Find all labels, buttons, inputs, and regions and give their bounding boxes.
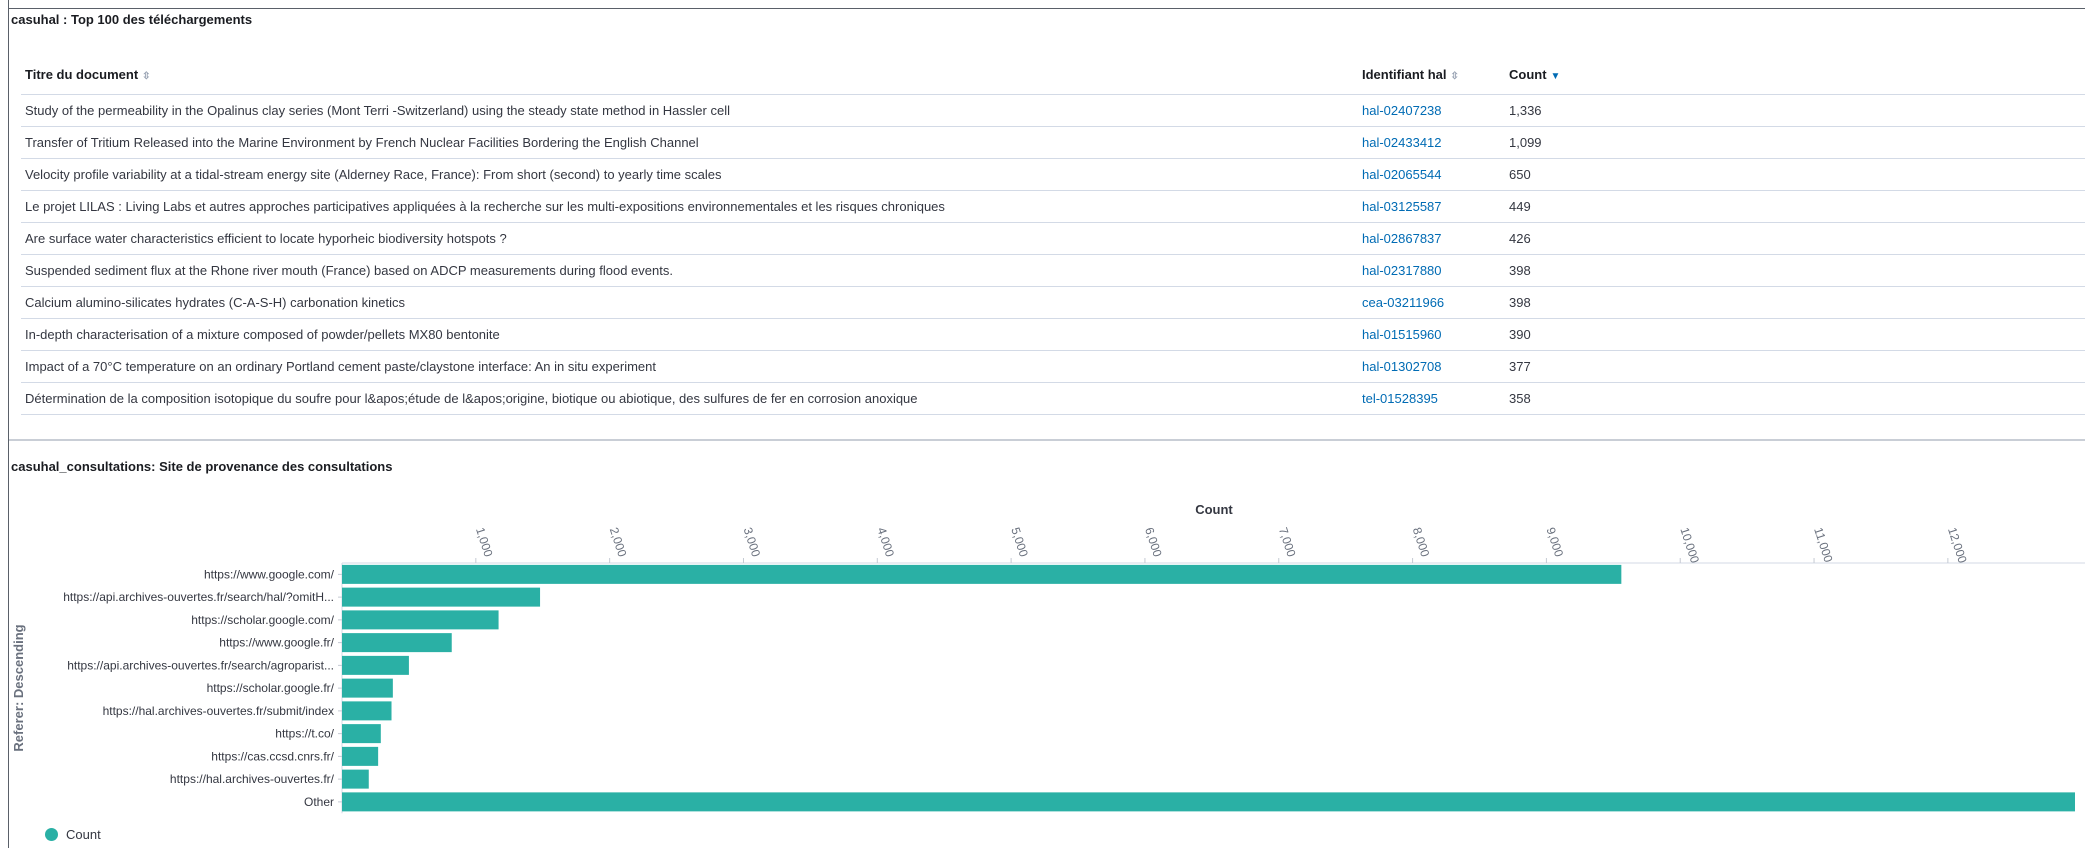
y-axis-title: Referer: Descending (11, 624, 26, 751)
column-header-count-label: Count (1509, 66, 1547, 82)
y-category-label: Other (304, 795, 334, 809)
cell-hal-id-link[interactable]: hal-02867837 (1358, 222, 1505, 255)
bar (342, 587, 541, 607)
x-tick-label: 10,000 (1677, 526, 1702, 566)
cell-count: 650 (1505, 158, 2085, 191)
bar (342, 678, 393, 698)
cell-hal-id-link[interactable]: hal-02433412 (1358, 126, 1505, 159)
x-tick-label: 9,000 (1544, 526, 1567, 559)
column-header-count[interactable]: Count ▼ (1505, 54, 2085, 95)
table-row: In-depth characterisation of a mixture c… (21, 318, 2085, 351)
x-tick-label: 5,000 (1008, 526, 1031, 559)
y-category-label: https://www.google.fr/ (219, 636, 334, 650)
downloads-table: Titre du document ⇳ Identifiant hal ⇳ Coun… (21, 54, 2085, 415)
cell-hal-id-link[interactable]: hal-01302708 (1358, 350, 1505, 383)
cell-hal-id-link[interactable]: cea-03211966 (1358, 286, 1505, 319)
x-tick-label: 4,000 (874, 526, 897, 559)
cell-hal-id-link[interactable]: hal-03125587 (1358, 190, 1505, 223)
x-tick-label: 1,000 (473, 526, 496, 559)
y-category-label: https://cas.ccsd.cnrs.fr/ (211, 749, 334, 763)
table-row: Study of the permeability in the Opalinu… (21, 94, 2085, 127)
bar (342, 633, 452, 653)
y-category-label: https://api.archives-ouvertes.fr/search/… (67, 658, 334, 672)
cell-title: Impact of a 70°C temperature on an ordin… (21, 350, 1358, 383)
table-row: Calcium alumino-silicates hydrates (C-A-… (21, 286, 2085, 319)
chart-panel-title: casuhal_consultations: Site de provenanc… (11, 459, 393, 474)
table-panel-title: casuhal : Top 100 des téléchargements (11, 12, 253, 27)
table-row: Transfer of Tritium Released into the Ma… (21, 126, 2085, 159)
x-tick-label: 12,000 (1945, 526, 1970, 566)
cell-title: Transfer of Tritium Released into the Ma… (21, 126, 1358, 159)
x-tick-label: 7,000 (1276, 526, 1299, 559)
x-tick-label: 2,000 (607, 526, 630, 559)
legend-swatch (45, 828, 58, 841)
y-category-label: https://api.archives-ouvertes.fr/search/… (63, 590, 334, 604)
cell-count: 398 (1505, 286, 2085, 319)
referer-chart-panel: Count 1,000 2,000 3,000 4,000 5,000 6,000 7,000… (9, 441, 2085, 848)
sort-descending-icon[interactable]: ▼ (1551, 71, 1561, 82)
column-header-id-label: Identifiant hal (1362, 66, 1447, 82)
cell-title: Suspended sediment flux at the Rhone riv… (21, 254, 1358, 287)
table-row: Le projet LILAS : Living Labs et autres … (21, 190, 2085, 223)
y-category-label: https://t.co/ (275, 727, 334, 741)
y-category-label: https://scholar.google.fr/ (207, 681, 335, 695)
cell-hal-id-link[interactable]: hal-02065544 (1358, 158, 1505, 191)
sort-icon[interactable]: ⇳ (1451, 71, 1459, 82)
downloads-table-panel: casuhal : Top 100 des téléchargements Ti… (9, 9, 2085, 439)
sort-icon[interactable]: ⇳ (142, 71, 150, 82)
cell-title: Détermination de la composition isotopiq… (21, 382, 1358, 415)
cell-title: In-depth characterisation of a mixture c… (21, 318, 1358, 351)
cell-count: 377 (1505, 350, 2085, 383)
y-category-label: https://hal.archives-ouvertes.fr/submit/… (103, 704, 334, 718)
y-category-label: https://hal.archives-ouvertes.fr/ (170, 772, 335, 786)
referer-bar-chart: Count 1,000 2,000 3,000 4,000 5,000 6,000 7,000… (11, 502, 2085, 814)
x-tick-label: 6,000 (1142, 526, 1165, 559)
cell-hal-id-link[interactable]: tel-01528395 (1358, 382, 1505, 415)
column-header-title[interactable]: Titre du document ⇳ (21, 54, 1358, 95)
bar (342, 769, 369, 789)
cell-title: Are surface water characteristics effici… (21, 222, 1358, 255)
bar (342, 792, 2075, 812)
cell-count: 1,336 (1505, 94, 2085, 127)
y-category-label: https://www.google.com/ (204, 567, 335, 581)
x-axis-title: Count (1195, 502, 1233, 517)
bar (342, 610, 499, 630)
cell-title: Velocity profile variability at a tidal-… (21, 158, 1358, 191)
cell-count: 358 (1505, 382, 2085, 415)
cell-hal-id-link[interactable]: hal-01515960 (1358, 318, 1505, 351)
cell-title: Study of the permeability in the Opalinu… (21, 94, 1358, 127)
legend-label: Count (66, 827, 101, 842)
cell-count: 1,099 (1505, 126, 2085, 159)
cell-hal-id-link[interactable]: hal-02317880 (1358, 254, 1505, 287)
table-row: Are surface water characteristics effici… (21, 222, 2085, 255)
cell-count: 390 (1505, 318, 2085, 351)
table-header-row: Titre du document ⇳ Identifiant hal ⇳ Coun… (21, 54, 2085, 95)
column-header-id[interactable]: Identifiant hal ⇳ (1358, 54, 1505, 95)
cell-title: Le projet LILAS : Living Labs et autres … (21, 190, 1358, 223)
table-row: Suspended sediment flux at the Rhone riv… (21, 254, 2085, 287)
cell-hal-id-link[interactable]: hal-02407238 (1358, 94, 1505, 127)
bar (342, 564, 1622, 584)
bar (342, 746, 379, 766)
chart-legend[interactable]: Count (45, 827, 101, 842)
x-tick-label: 3,000 (741, 526, 764, 559)
bar (342, 655, 409, 675)
cell-count: 449 (1505, 190, 2085, 223)
column-header-title-label: Titre du document (25, 66, 139, 82)
x-tick-label: 8,000 (1410, 526, 1433, 559)
cell-count: 398 (1505, 254, 2085, 287)
cell-count: 426 (1505, 222, 2085, 255)
bar (342, 701, 392, 721)
table-row: Impact of a 70°C temperature on an ordin… (21, 350, 2085, 383)
x-tick-label: 11,000 (1811, 526, 1835, 565)
y-category-label: https://scholar.google.com/ (191, 613, 334, 627)
table-row: Détermination de la composition isotopiq… (21, 382, 2085, 415)
cell-title: Calcium alumino-silicates hydrates (C-A-… (21, 286, 1358, 319)
table-row: Velocity profile variability at a tidal-… (21, 158, 2085, 191)
bar (342, 724, 381, 744)
